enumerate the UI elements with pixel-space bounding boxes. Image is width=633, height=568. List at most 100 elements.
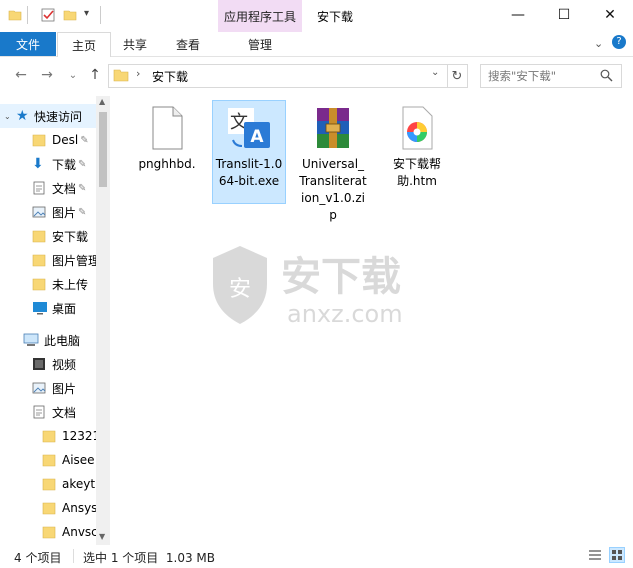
sidebar-item-label: 未上传 bbox=[52, 277, 89, 292]
file-name: Translit-1.064-bit.exe bbox=[215, 157, 283, 188]
folder-icon bbox=[42, 478, 56, 491]
sidebar-item-label: 12321 bbox=[62, 429, 101, 443]
tab-home[interactable]: 主页 bbox=[57, 32, 111, 57]
close-button[interactable]: ✕ bbox=[587, 0, 633, 30]
item-count: 4 个项目 bbox=[14, 551, 62, 565]
scroll-up-icon[interactable]: ▲ bbox=[99, 97, 105, 106]
folder-icon bbox=[42, 430, 56, 443]
sidebar-item-label: 下载 bbox=[52, 157, 77, 172]
tab-share[interactable]: 共享 bbox=[109, 32, 161, 56]
file-item[interactable]: Universal_Transliteration_v1.0.zip bbox=[296, 100, 370, 224]
sidebar-item-label: 图片 bbox=[52, 205, 77, 220]
sidebar-item-label: 此电脑 bbox=[44, 333, 81, 348]
search-icon[interactable] bbox=[600, 69, 613, 82]
computer-icon bbox=[23, 333, 39, 346]
details-view-icon[interactable] bbox=[588, 549, 602, 561]
minimize-button[interactable]: — bbox=[495, 0, 541, 30]
sidebar-item-label: 文档 bbox=[52, 181, 77, 196]
file-item-selected[interactable]: 文 A Translit-1.064-bit.exe bbox=[212, 100, 286, 190]
up-arrow-icon[interactable]: ↑ bbox=[86, 66, 104, 84]
folder-icon bbox=[8, 10, 22, 21]
folder-icon bbox=[32, 134, 46, 147]
blank-file-icon bbox=[152, 106, 183, 150]
sidebar-item-label: 桌面 bbox=[52, 301, 77, 316]
picture-icon bbox=[32, 382, 46, 394]
maximize-button[interactable]: ☐ bbox=[541, 0, 587, 30]
sidebar-item-folder-aisee[interactable]: Aisee bbox=[0, 448, 138, 472]
divider bbox=[100, 6, 101, 24]
sidebar-item-label: 图片管理 bbox=[52, 253, 101, 268]
address-dropdown-icon[interactable]: ⌄ bbox=[431, 67, 439, 78]
sidebar-scrollbar-thumb[interactable] bbox=[99, 112, 107, 187]
sidebar-item-label: Aisee bbox=[62, 453, 95, 467]
sidebar-item-label: 快速访问 bbox=[34, 109, 83, 124]
folder-icon bbox=[42, 454, 56, 467]
sidebar-item-folder-12321[interactable]: 12321 bbox=[0, 424, 138, 448]
download-arrow-icon: ⬇ bbox=[32, 156, 44, 172]
breadcrumb-separator-icon[interactable]: › bbox=[136, 67, 140, 80]
folder-icon bbox=[113, 69, 129, 82]
refresh-icon[interactable]: ↻ bbox=[447, 64, 468, 88]
tab-file[interactable]: 文件 bbox=[0, 32, 56, 56]
sidebar-item-label: 文档 bbox=[52, 405, 77, 420]
back-arrow-icon[interactable]: ← bbox=[12, 66, 30, 84]
folder-icon bbox=[32, 254, 46, 267]
tab-view[interactable]: 查看 bbox=[161, 32, 215, 56]
svg-text:安: 安 bbox=[229, 277, 251, 302]
svg-text:安下载: 安下载 bbox=[281, 254, 401, 300]
file-item[interactable]: pnghhbd. bbox=[130, 100, 204, 173]
scroll-down-icon[interactable]: ▼ bbox=[99, 532, 105, 541]
star-icon: ★ bbox=[16, 108, 29, 124]
help-icon[interactable]: ? bbox=[612, 35, 626, 49]
folder-icon bbox=[42, 526, 56, 539]
sidebar-item-folder-ansys[interactable]: Ansys bbox=[0, 496, 138, 520]
file-name: pnghhbd. bbox=[138, 157, 196, 171]
tab-manage[interactable]: 管理 bbox=[218, 32, 302, 56]
winrar-archive-icon bbox=[317, 108, 349, 148]
folder-icon bbox=[32, 278, 46, 291]
divider bbox=[27, 6, 28, 24]
folder-icon bbox=[42, 502, 56, 515]
pin-icon: ✎ bbox=[78, 182, 87, 194]
file-name: Universal_Transliteration_v1.0.zip bbox=[299, 157, 367, 222]
new-folder-icon[interactable] bbox=[63, 8, 77, 22]
forward-arrow-icon[interactable]: → bbox=[38, 66, 56, 84]
file-item[interactable]: 安下载帮助.htm bbox=[380, 100, 454, 190]
pin-icon: ✎ bbox=[78, 206, 87, 218]
desktop-icon bbox=[33, 302, 47, 315]
search-placeholder: 搜索"安下载" bbox=[488, 69, 557, 83]
sidebar-item-folder-anvsc[interactable]: Anvsc bbox=[0, 520, 138, 544]
sidebar-item-label: akeyt bbox=[62, 477, 96, 491]
video-icon bbox=[33, 358, 45, 370]
picture-icon bbox=[32, 206, 46, 218]
sidebar-item-label: 安下载 bbox=[52, 229, 89, 244]
breadcrumb-current[interactable]: 安下载 bbox=[152, 68, 188, 85]
file-name: 安下载帮助.htm bbox=[392, 157, 441, 188]
colorful-browser-icon bbox=[402, 106, 433, 150]
translate-app-icon: 文 A bbox=[228, 108, 270, 148]
chevron-down-icon[interactable]: ⌄ bbox=[4, 112, 16, 121]
watermark-logo: 安 安下载 anxz.com bbox=[213, 246, 403, 328]
properties-icon[interactable] bbox=[41, 8, 55, 22]
window-title: 安下载 bbox=[317, 10, 354, 24]
sidebar-item-label: Anvsc bbox=[62, 525, 98, 539]
svg-text:A: A bbox=[250, 127, 264, 147]
sidebar-item-label: Ansys bbox=[62, 501, 98, 515]
expand-ribbon-chevron-icon[interactable]: ⌄ bbox=[594, 37, 603, 50]
large-icons-view-icon[interactable] bbox=[609, 547, 625, 563]
document-icon bbox=[33, 405, 45, 419]
folder-icon bbox=[32, 230, 46, 243]
divider bbox=[73, 549, 74, 563]
pin-icon: ✎ bbox=[78, 158, 87, 170]
sidebar-item-label: 图片 bbox=[52, 381, 77, 396]
selection-info: 选中 1 个项目 1.03 MB bbox=[83, 551, 216, 565]
document-icon bbox=[33, 181, 45, 195]
sidebar-item-label: 视频 bbox=[52, 357, 77, 372]
recent-locations-chevron-icon[interactable]: ⌄ bbox=[64, 66, 82, 84]
sidebar-item-folder-akeyt[interactable]: akeyt bbox=[0, 472, 138, 496]
sidebar-item-quick-access[interactable]: ⌄ ★ 快速访问 bbox=[0, 104, 100, 128]
sidebar-item-label: Desl bbox=[52, 133, 79, 147]
contextual-tab-group-label: 应用程序工具 bbox=[223, 10, 296, 24]
customize-quick-access-dropdown[interactable]: ▾ bbox=[84, 8, 89, 19]
pin-icon: ✎ bbox=[80, 134, 89, 146]
